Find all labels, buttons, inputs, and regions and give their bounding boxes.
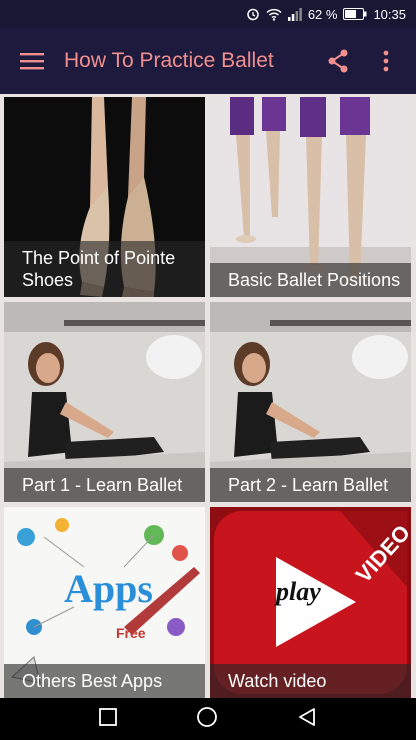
hamburger-menu-icon[interactable]	[0, 28, 64, 94]
share-icon[interactable]	[314, 28, 362, 94]
system-nav-bar	[0, 698, 416, 740]
apps-art-subtext: Free	[116, 625, 146, 641]
video-art-text: play	[276, 577, 321, 606]
tile-caption: Part 2 - Learn Ballet	[210, 468, 411, 502]
home-circle-icon[interactable]	[196, 706, 218, 733]
tile-caption: The Point of Pointe Shoes	[4, 241, 205, 297]
more-vertical-icon[interactable]	[362, 28, 410, 94]
wifi-icon	[266, 8, 282, 21]
tile-ballet-positions[interactable]: Basic Ballet Positions	[210, 97, 411, 297]
app-bar: How To Practice Ballet	[0, 28, 416, 94]
page-title: How To Practice Ballet	[64, 49, 274, 72]
tile-caption: Watch video	[210, 664, 411, 698]
status-bar: 62 % 10:35	[0, 0, 416, 28]
tile-caption: Others Best Apps	[4, 664, 205, 698]
battery-icon	[343, 8, 367, 20]
clock: 10:35	[373, 6, 406, 22]
tile-caption: Basic Ballet Positions	[210, 263, 411, 297]
battery-percent: 62 %	[307, 6, 338, 22]
tile-part-2[interactable]: Part 2 - Learn Ballet	[210, 302, 411, 502]
recents-square-icon[interactable]	[99, 707, 118, 731]
tile-other-apps[interactable]: Apps Free Others Best Apps	[4, 507, 205, 698]
apps-art-text: Apps	[64, 566, 153, 611]
signal-icon	[287, 7, 302, 21]
tile-part-1[interactable]: Part 1 - Learn Ballet	[4, 302, 205, 502]
tile-watch-video[interactable]: play VIDEO Watch video	[210, 507, 411, 698]
back-triangle-icon[interactable]	[297, 707, 317, 732]
tile-pointe-shoes[interactable]: The Point of Pointe Shoes	[4, 97, 205, 297]
tile-caption: Part 1 - Learn Ballet	[4, 468, 205, 502]
content-grid: The Point of Pointe Shoes Basic Ballet P…	[0, 94, 416, 698]
alarm-icon	[246, 7, 260, 21]
